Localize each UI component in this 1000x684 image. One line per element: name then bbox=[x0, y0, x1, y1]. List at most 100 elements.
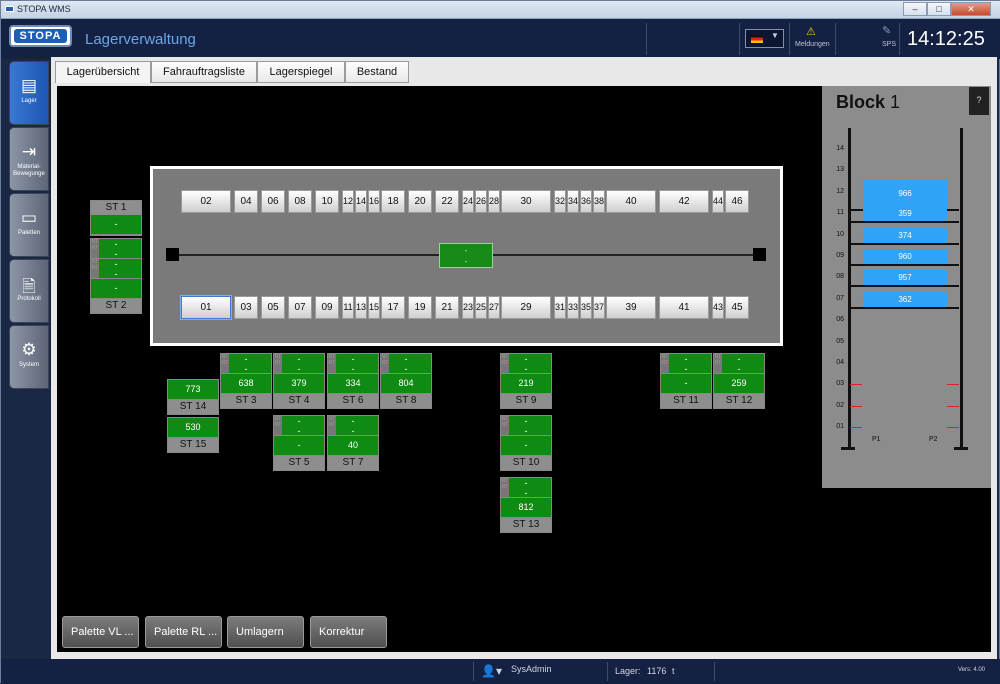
chevron-down-icon: ▼ bbox=[771, 31, 779, 40]
tab-lagerspiegel[interactable]: Lagerspiegel bbox=[257, 61, 345, 83]
bin-23[interactable]: 23 bbox=[462, 296, 474, 319]
bin-39[interactable]: 39 bbox=[606, 296, 656, 319]
pallet-level-08[interactable]: 957 bbox=[863, 270, 947, 286]
bin-08[interactable]: 08 bbox=[288, 190, 312, 213]
station-st10[interactable]: NT NT - - - ST 10 bbox=[500, 415, 552, 471]
bin-15[interactable]: 15 bbox=[368, 296, 380, 319]
pallet-level-07[interactable]: 362 bbox=[863, 291, 947, 307]
palette-vl-button[interactable]: Palette VL ... bbox=[62, 616, 139, 648]
shuttle[interactable]: -- bbox=[439, 243, 493, 268]
bin-26[interactable]: 26 bbox=[475, 190, 487, 213]
language-select[interactable]: ▼ bbox=[745, 29, 784, 48]
header-divider bbox=[789, 23, 790, 55]
station-st12[interactable]: NT NT - - 259 ST 12 bbox=[713, 353, 765, 409]
bin-33[interactable]: 33 bbox=[567, 296, 579, 319]
station-st9[interactable]: NT NT - - 219 ST 9 bbox=[500, 353, 552, 409]
maximize-button[interactable]: □ bbox=[927, 2, 951, 16]
bin-11[interactable]: 11 bbox=[342, 296, 354, 319]
user-icon[interactable]: 👤▾ bbox=[481, 664, 502, 678]
help-button[interactable]: ? bbox=[969, 87, 989, 115]
bin-02[interactable]: 02 bbox=[181, 190, 231, 213]
station-st7[interactable]: NT NT - - 40 ST 7 bbox=[327, 415, 379, 471]
bin-41[interactable]: 41 bbox=[659, 296, 709, 319]
pallet-level-09[interactable]: 960 bbox=[863, 249, 947, 264]
bin-12[interactable]: 12 bbox=[342, 190, 354, 213]
pallet-level-10[interactable]: 374 bbox=[863, 227, 947, 243]
tab-bestand[interactable]: Bestand bbox=[345, 61, 409, 83]
sidebar-item-material[interactable]: ⇥ Material- Bewegunge bbox=[9, 127, 49, 191]
bin-21[interactable]: 21 bbox=[435, 296, 459, 319]
bin-40[interactable]: 40 bbox=[606, 190, 656, 213]
level-label: 04 bbox=[836, 359, 844, 366]
bin-46[interactable]: 46 bbox=[725, 190, 749, 213]
bin-07[interactable]: 07 bbox=[288, 296, 312, 319]
bin-29[interactable]: 29 bbox=[501, 296, 551, 319]
minimize-button[interactable]: – bbox=[903, 2, 927, 16]
bin-19[interactable]: 19 bbox=[408, 296, 432, 319]
pallet-level-11[interactable]: 359 bbox=[863, 206, 947, 222]
status-divider bbox=[607, 662, 608, 681]
bin-10[interactable]: 10 bbox=[315, 190, 339, 213]
station-st6[interactable]: NT NT - - 334 ST 6 bbox=[327, 353, 379, 409]
warning-icon[interactable]: ⚠ bbox=[806, 25, 816, 38]
bin-30[interactable]: 30 bbox=[501, 190, 551, 213]
bin-32[interactable]: 32 bbox=[554, 190, 566, 213]
bin-09[interactable]: 09 bbox=[315, 296, 339, 319]
station-st4[interactable]: NT NT - - 379 ST 4 bbox=[273, 353, 325, 409]
sidebar-item-system[interactable]: ⚙ System bbox=[9, 325, 49, 389]
bin-17[interactable]: 17 bbox=[381, 296, 405, 319]
bin-16[interactable]: 16 bbox=[368, 190, 380, 213]
palette-rl-button[interactable]: Palette RL ... bbox=[145, 616, 222, 648]
bin-20[interactable]: 20 bbox=[408, 190, 432, 213]
station-st5[interactable]: NT NT - - - ST 5 bbox=[273, 415, 325, 471]
bin-05[interactable]: 05 bbox=[261, 296, 285, 319]
bin-25[interactable]: 25 bbox=[475, 296, 487, 319]
station-st14[interactable]: 773 ST 14 bbox=[167, 379, 219, 415]
bin-24[interactable]: 24 bbox=[462, 190, 474, 213]
station-st2[interactable]: NT NT - - NT NT - - - ST 2 bbox=[90, 238, 142, 314]
level-label: 12 bbox=[836, 187, 844, 195]
sidebar-item-paletten[interactable]: ▭ Paletten bbox=[9, 193, 49, 257]
pallet-level-12[interactable]: 966 bbox=[863, 178, 947, 209]
bin-45[interactable]: 45 bbox=[725, 296, 749, 319]
korrektur-button[interactable]: Korrektur bbox=[310, 616, 387, 648]
bin-03[interactable]: 03 bbox=[234, 296, 258, 319]
station-st11[interactable]: NT NT - - - ST 11 bbox=[660, 353, 712, 409]
bin-31[interactable]: 31 bbox=[554, 296, 566, 319]
tab-fahrauftragsliste[interactable]: Fahrauftragsliste bbox=[151, 61, 257, 83]
station-st1[interactable]: ST 1 - bbox=[90, 200, 142, 236]
bin-13[interactable]: 13 bbox=[355, 296, 367, 319]
bin-34[interactable]: 34 bbox=[567, 190, 579, 213]
tab-lageruebersicht[interactable]: Lagerübersicht bbox=[55, 61, 151, 83]
bin-22[interactable]: 22 bbox=[435, 190, 459, 213]
level-label: 08 bbox=[836, 273, 844, 281]
sidebar: ▤ Lager ⇥ Material- Bewegunge ▭ Paletten 🗎 P… bbox=[9, 61, 49, 391]
station-st13[interactable]: NT NT - - 812 ST 13 bbox=[500, 477, 552, 533]
bin-28[interactable]: 28 bbox=[488, 190, 500, 213]
bin-36[interactable]: 36 bbox=[580, 190, 592, 213]
bin-14[interactable]: 14 bbox=[355, 190, 367, 213]
gear-icon: ⚙ bbox=[21, 340, 37, 359]
bin-38[interactable]: 38 bbox=[593, 190, 605, 213]
bin-44[interactable]: 44 bbox=[712, 190, 724, 213]
bin-06[interactable]: 06 bbox=[261, 190, 285, 213]
lager-value: 1176 bbox=[647, 666, 667, 676]
header-divider bbox=[739, 23, 740, 55]
bin-04[interactable]: 04 bbox=[234, 190, 258, 213]
bin-35[interactable]: 35 bbox=[580, 296, 592, 319]
station-st15[interactable]: 530 ST 15 bbox=[167, 417, 219, 453]
bin-43[interactable]: 43 bbox=[712, 296, 724, 319]
header-divider bbox=[835, 23, 836, 55]
bin-42[interactable]: 42 bbox=[659, 190, 709, 213]
bin-18[interactable]: 18 bbox=[381, 190, 405, 213]
bin-01[interactable]: 01 bbox=[180, 295, 232, 320]
station-st8[interactable]: NT NT - - 804 ST 8 bbox=[380, 353, 432, 409]
bin-37[interactable]: 37 bbox=[593, 296, 605, 319]
sidebar-item-lager[interactable]: ▤ Lager bbox=[9, 61, 49, 125]
messages-label[interactable]: Meldungen bbox=[795, 41, 830, 48]
umlagern-button[interactable]: Umlagern bbox=[227, 616, 304, 648]
bin-27[interactable]: 27 bbox=[488, 296, 500, 319]
close-button[interactable]: ✕ bbox=[951, 2, 991, 16]
sidebar-item-protokoll[interactable]: 🗎 Protokoll bbox=[9, 259, 49, 323]
station-st3[interactable]: NT NT - - 638 ST 3 bbox=[220, 353, 272, 409]
